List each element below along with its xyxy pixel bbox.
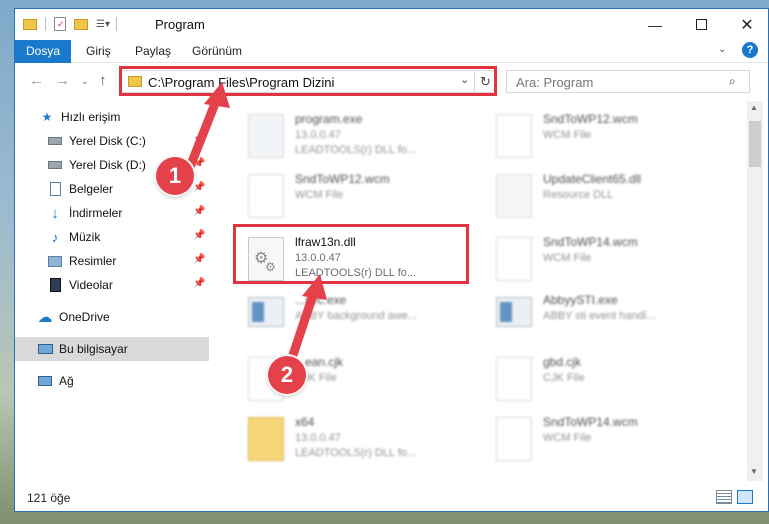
pin-icon: 📌 xyxy=(193,206,206,217)
tab-share[interactable]: Paylaş xyxy=(126,40,180,63)
drive-icon xyxy=(47,157,63,173)
callout-badge-1: 1 xyxy=(156,157,194,195)
recent-locations-button[interactable]: ⌄ xyxy=(81,76,89,87)
title-bar: ✓ ☰▾ Program — ✕ xyxy=(15,9,768,40)
video-icon xyxy=(47,277,63,293)
sidebar-item-this-pc[interactable]: Bu bilgisayar xyxy=(15,337,209,361)
tab-home[interactable]: Giriş xyxy=(77,40,120,63)
status-bar: 121 öğe xyxy=(15,483,768,511)
vertical-scrollbar[interactable]: ▲ ▼ xyxy=(747,101,763,481)
minimize-button[interactable]: — xyxy=(632,9,678,40)
new-folder-icon[interactable] xyxy=(74,18,88,30)
sidebar-item-music[interactable]: ♪ Müzik 📌 xyxy=(15,225,209,249)
separator xyxy=(45,17,46,31)
large-icons-view-icon[interactable] xyxy=(737,490,753,504)
forward-button[interactable]: → xyxy=(55,72,70,89)
sidebar-item-label: Ağ xyxy=(59,374,74,388)
exe-window-icon xyxy=(496,297,532,327)
pin-icon: 📌 xyxy=(193,254,206,265)
scroll-down-icon[interactable]: ▼ xyxy=(750,467,758,476)
star-icon: ★ xyxy=(41,110,53,124)
sidebar-item-videos[interactable]: Videolar 📌 xyxy=(15,273,209,297)
file-tile[interactable]: gbd.cjk CJK File xyxy=(483,349,723,407)
cloud-icon: ☁ xyxy=(37,309,53,326)
drive-icon xyxy=(47,133,63,149)
file-icon xyxy=(248,174,284,218)
exe-icon xyxy=(248,114,284,158)
search-icon: ⌕ xyxy=(729,74,736,88)
close-button[interactable]: ✕ xyxy=(724,9,768,40)
sidebar-item-quick-access[interactable]: ★ Hızlı erişim xyxy=(15,105,209,129)
quick-access-toolbar: ✓ ☰▾ xyxy=(23,15,117,33)
search-box[interactable]: Ara: Program ⌕ xyxy=(506,70,750,93)
sidebar-item-label: OneDrive xyxy=(59,310,110,324)
separator xyxy=(115,17,117,31)
window-title: Program xyxy=(155,17,205,32)
file-tile[interactable]: x64 13.0.0.47 LEADTOOLS(r) DLL fo... xyxy=(235,409,475,467)
properties-icon[interactable]: ✓ xyxy=(54,17,66,31)
callout-badge-2: 2 xyxy=(268,356,306,394)
search-input[interactable]: Ara: Program xyxy=(516,75,593,90)
download-icon: ↓ xyxy=(51,204,59,222)
music-icon: ♪ xyxy=(51,229,59,245)
scroll-thumb[interactable] xyxy=(749,121,761,167)
folder-icon xyxy=(248,417,284,461)
file-tile[interactable]: SndToWP12.wcm WCM File xyxy=(235,166,475,224)
help-icon[interactable]: ? xyxy=(742,42,758,58)
up-button[interactable]: ↑ xyxy=(99,72,107,89)
sidebar-item-label: Müzik xyxy=(69,230,101,244)
sidebar-item-label: Yerel Disk (D:) xyxy=(69,158,146,172)
sidebar-item-label: İndirmeler xyxy=(69,206,123,220)
customize-icon[interactable]: ☰▾ xyxy=(96,19,110,30)
tab-view[interactable]: Görünüm xyxy=(183,40,251,63)
item-count: 121 öğe xyxy=(27,491,71,505)
file-icon xyxy=(496,417,532,461)
sidebar-item-onedrive[interactable]: ☁ OneDrive xyxy=(15,305,209,329)
sidebar-item-network[interactable]: Ağ xyxy=(15,369,209,393)
expand-ribbon-icon[interactable]: ⌄ xyxy=(718,44,726,55)
pin-icon: 📌 xyxy=(193,230,206,241)
file-tile[interactable]: ...sec.exe ABBY background awe... xyxy=(235,287,475,345)
pictures-icon xyxy=(47,253,63,269)
pin-icon: 📌 xyxy=(193,182,206,193)
file-tile[interactable]: program.exe 13.0.0.47 LEADTOOLS(r) DLL f… xyxy=(235,106,475,164)
file-tile[interactable]: AbbyySTI.exe ABBY sti event handl... xyxy=(483,287,723,345)
network-icon xyxy=(37,373,53,389)
file-tile[interactable]: SndToWP12.wcm WCM File xyxy=(483,106,723,164)
computer-icon xyxy=(37,341,53,357)
maximize-icon xyxy=(695,19,707,30)
sidebar-item-label: Bu bilgisayar xyxy=(59,342,128,356)
pin-icon: 📌 xyxy=(193,158,206,169)
file-tile[interactable]: SndToWP14.wcm WCM File xyxy=(483,229,723,287)
dll-icon xyxy=(496,174,532,218)
folder-icon[interactable] xyxy=(23,18,37,30)
exe-window-icon xyxy=(248,297,284,327)
sidebar-item-label: Hızlı erişim xyxy=(61,110,121,124)
pin-icon: 📌 xyxy=(193,278,206,289)
details-view-icon[interactable] xyxy=(716,490,732,504)
tab-file[interactable]: Dosya xyxy=(15,40,71,63)
file-highlight-box xyxy=(233,224,469,284)
sidebar-item-label: Yerel Disk (C:) xyxy=(69,134,146,148)
sidebar-item-disk-c[interactable]: Yerel Disk (C:) 📌 xyxy=(15,129,209,153)
sidebar-item-downloads[interactable]: ↓ İndirmeler 📌 xyxy=(15,201,209,225)
file-icon xyxy=(496,114,532,158)
maximize-button[interactable] xyxy=(678,9,724,40)
address-highlight-box xyxy=(119,66,497,96)
document-icon xyxy=(47,181,63,197)
sidebar-item-label: Belgeler xyxy=(69,182,114,196)
file-icon xyxy=(496,237,532,281)
sidebar-item-label: Videolar xyxy=(69,278,113,292)
back-button[interactable]: ← xyxy=(29,72,44,89)
file-list: program.exe 13.0.0.47 LEADTOOLS(r) DLL f… xyxy=(225,101,741,481)
sidebar-item-pictures[interactable]: Resimler 📌 xyxy=(15,249,209,273)
ribbon: Dosya Giriş Paylaş Görünüm ⌄ ? xyxy=(15,40,768,63)
file-tile[interactable]: SndToWP14.wcm WCM File xyxy=(483,409,723,467)
scroll-up-icon[interactable]: ▲ xyxy=(750,103,758,112)
pin-icon: 📌 xyxy=(193,134,206,145)
file-icon xyxy=(496,357,532,401)
file-tile[interactable]: UpdateClient65.dll Resource DLL xyxy=(483,166,723,224)
sidebar-item-label: Resimler xyxy=(69,254,117,268)
